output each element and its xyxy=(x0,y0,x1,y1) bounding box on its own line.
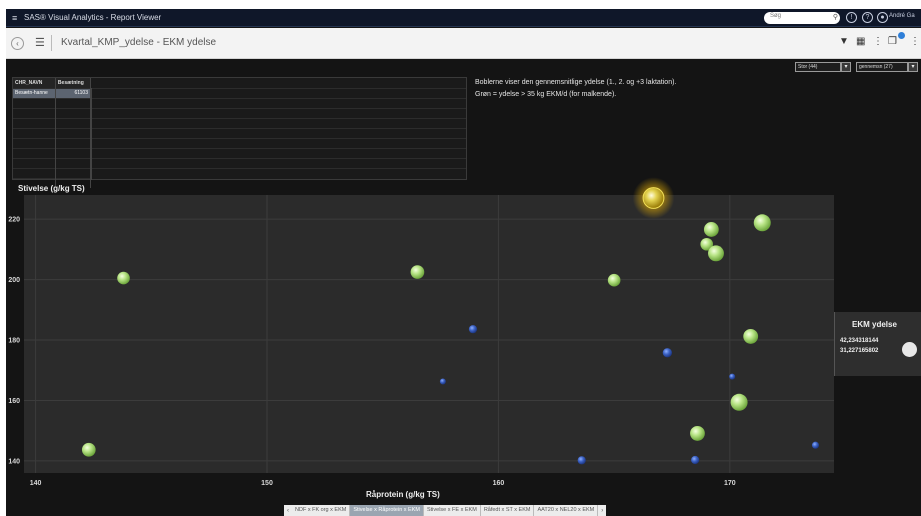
x-tick-label: 160 xyxy=(493,480,505,487)
bubble-high-yield[interactable] xyxy=(410,265,425,279)
legend-min-value: 31,227165802 xyxy=(840,348,879,354)
y-tick-label: 180 xyxy=(8,338,20,345)
bubble-low-yield[interactable] xyxy=(811,441,820,449)
bubble-high-yield[interactable] xyxy=(708,245,724,262)
y-tick-label: 200 xyxy=(8,277,20,284)
tab-rafedt[interactable]: Råfedt x ST x EKM xyxy=(481,505,535,516)
bubble-low-yield[interactable] xyxy=(691,455,700,465)
y-tick-label: 220 xyxy=(8,217,20,224)
tab-scroll-left-icon[interactable]: ‹ xyxy=(284,508,292,514)
tab-scroll-right-icon[interactable]: › xyxy=(598,508,606,514)
bubble-low-yield[interactable] xyxy=(729,373,736,380)
bubble-high-yield[interactable] xyxy=(607,273,621,287)
page-tabs: ‹ NDF x FK org x EKM Stivelse x Råprotei… xyxy=(284,505,607,516)
x-tick-label: 140 xyxy=(30,480,42,487)
tab-stivelse-raprotein[interactable]: Stivelse x Råprotein x EKM xyxy=(350,505,424,516)
bubble-high-yield[interactable] xyxy=(753,214,771,232)
bubble-high-yield[interactable] xyxy=(117,271,130,285)
report-viewer-window: ≡ SAS® Visual Analytics - Report Viewer … xyxy=(6,9,921,516)
x-tick-label: 150 xyxy=(261,480,273,487)
y-tick-label: 140 xyxy=(8,458,20,465)
size-legend: EKM ydelse 42,234318144 31,227165802 xyxy=(834,312,921,376)
bubble-low-yield[interactable] xyxy=(577,456,586,465)
bubble-low-yield[interactable] xyxy=(439,378,446,385)
tab-ndf[interactable]: NDF x FK org x EKM xyxy=(292,505,351,516)
legend-bubble-icon xyxy=(902,342,917,357)
legend-max-value: 42,234318144 xyxy=(840,338,879,344)
selected-bubble[interactable] xyxy=(642,187,665,209)
bubble-low-yield[interactable] xyxy=(662,348,673,358)
bubble-high-yield[interactable] xyxy=(81,442,96,457)
x-tick-label: 170 xyxy=(724,480,736,487)
tab-stivelse-fe[interactable]: Stivelse x FE x EKM xyxy=(424,505,481,516)
legend-title: EKM ydelse xyxy=(852,320,897,329)
bubble-high-yield[interactable] xyxy=(690,426,705,441)
bubble-high-yield[interactable] xyxy=(743,329,759,344)
bubble-low-yield[interactable] xyxy=(468,325,478,334)
bubble-high-yield[interactable] xyxy=(730,393,748,411)
tab-aat20[interactable]: AAT20 x NEL20 x EKM xyxy=(534,505,599,516)
bubble-chart[interactable]: 140 160 180 200 220 140 150 160 170 xyxy=(6,9,921,516)
y-tick-label: 160 xyxy=(8,398,20,405)
bubble-high-yield[interactable] xyxy=(703,222,719,237)
